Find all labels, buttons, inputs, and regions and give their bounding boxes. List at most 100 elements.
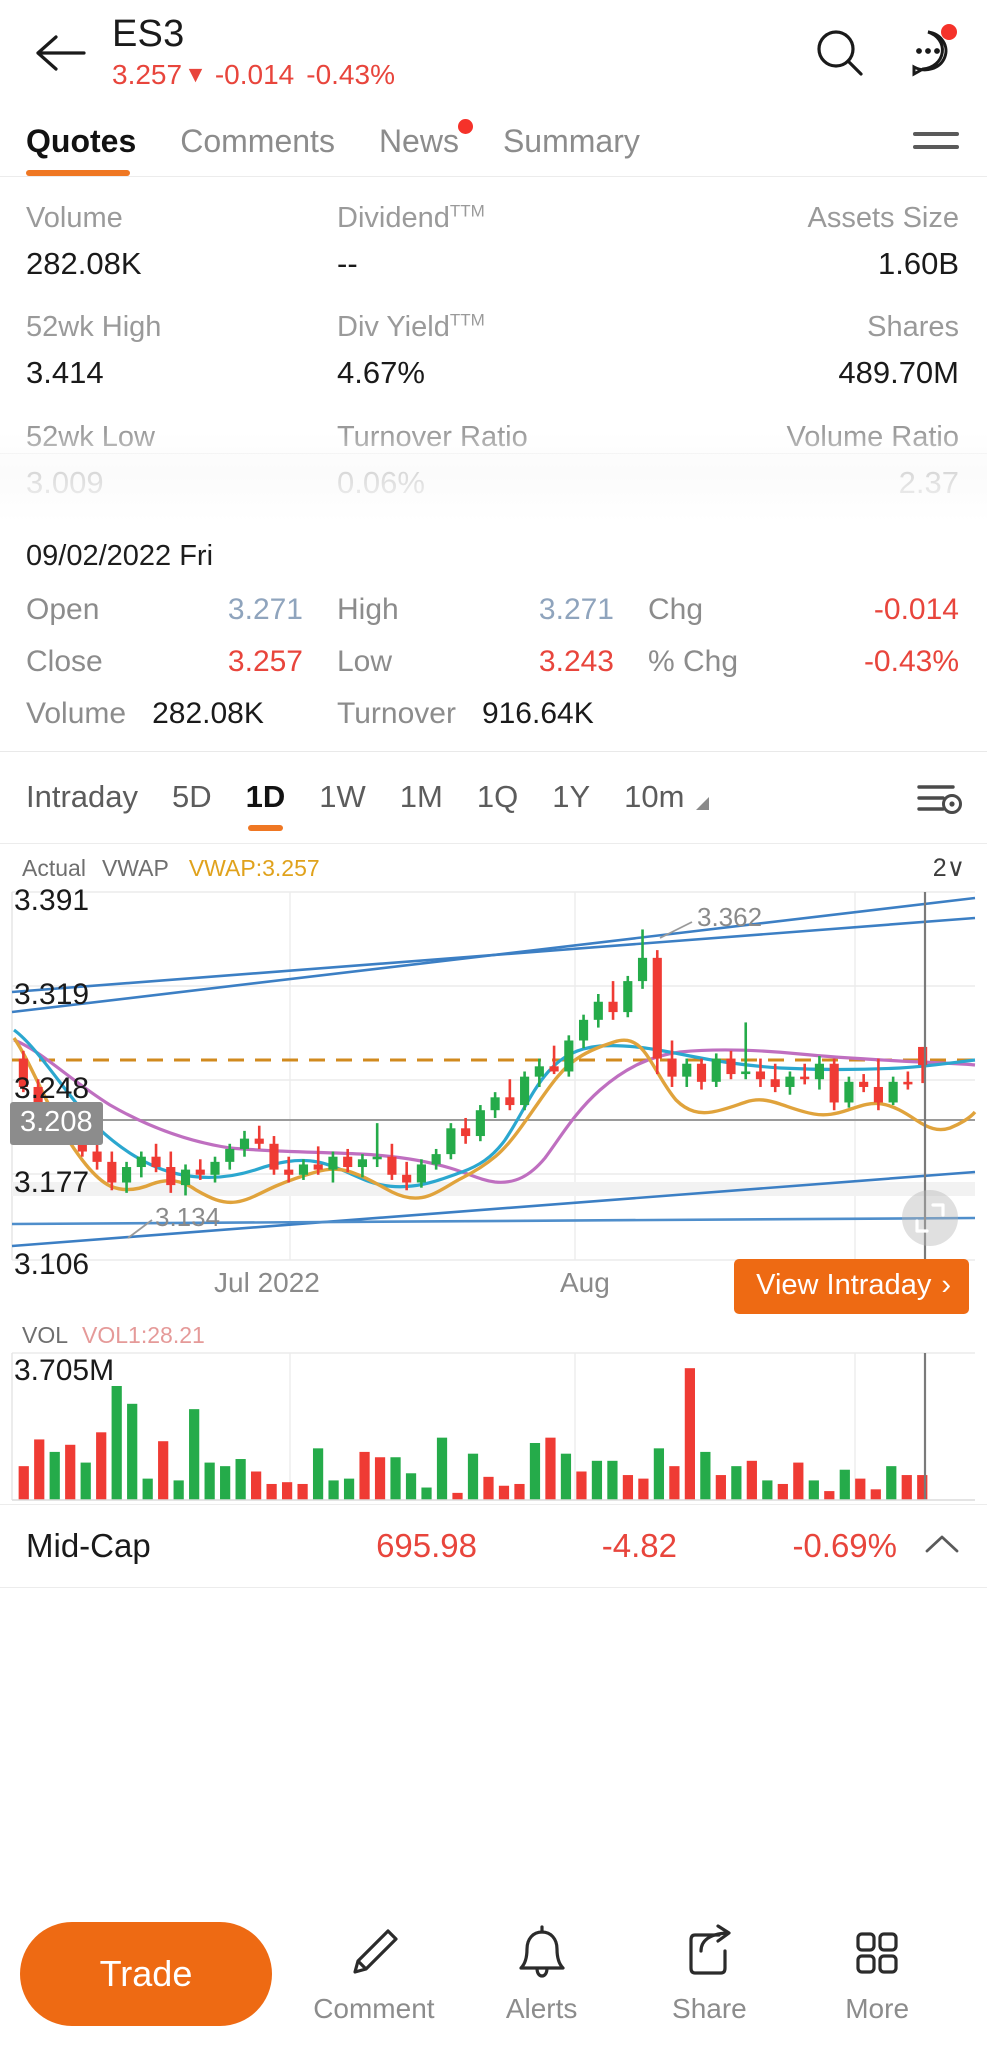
stats-grid: Volume 282.08K DividendTTM -- Assets Siz… (0, 177, 987, 522)
bottom-action-bar: Trade Comment Alerts Share More (0, 1900, 987, 2048)
volume-bars (18, 1368, 928, 1500)
tab-quotes[interactable]: Quotes (26, 123, 136, 176)
tab-summary[interactable]: Summary (503, 123, 640, 176)
volume-label: VOL (22, 1322, 69, 1348)
price-chart-svg (11, 891, 977, 1261)
stat-div-yield: Div YieldTTM 4.67% (337, 308, 648, 417)
tab-news[interactable]: News (379, 119, 473, 176)
ttm-superscript: TTM (449, 310, 485, 330)
nav-alerts[interactable]: Alerts (462, 1923, 622, 2025)
stat-value: 489.70M (838, 355, 959, 391)
stat-label: Volume (26, 202, 123, 234)
stat-assets-size: Assets Size 1.60B (648, 199, 960, 308)
back-button[interactable] (30, 23, 90, 83)
chevron-up-icon (925, 1535, 959, 1552)
ttm-superscript: TTM (449, 201, 485, 221)
ticker-symbol: ES3 (112, 12, 185, 55)
midcap-change-pct: -0.69% (792, 1527, 897, 1564)
stat-value: -- (337, 246, 358, 282)
app-header: ES3 3.257 ▼ -0.014 -0.43% (0, 0, 987, 105)
share-icon (689, 1924, 731, 1975)
arrow-left-icon (36, 34, 86, 71)
nav-comment[interactable]: Comment (294, 1923, 454, 2025)
ohlc-value: 282.08K (152, 697, 264, 730)
chevron-right-icon: › (941, 1269, 951, 1301)
ohlc-close: Close 3.257 (26, 645, 337, 679)
volume-chart-svg (11, 1352, 975, 1501)
timeframe-label: 10m (624, 778, 685, 814)
ohlc-value: 3.271 (227, 593, 303, 626)
search-icon (817, 29, 863, 76)
fullscreen-button[interactable] (902, 1190, 958, 1246)
chart-scale-toggle[interactable]: 2∨ (933, 853, 965, 883)
timeframe-1y[interactable]: 1Y (552, 757, 590, 839)
ohlc-key: Low (337, 645, 393, 678)
volume-axis-max: 3.705M (14, 1354, 115, 1387)
nav-more[interactable]: More (797, 1923, 957, 2025)
more-options-button[interactable] (897, 22, 959, 84)
tab-comments[interactable]: Comments (180, 123, 335, 176)
stat-turnover-ratio: Turnover Ratio 0.06% (337, 418, 648, 522)
ohlc-value: -0.43% (863, 645, 959, 678)
stat-label: Shares (867, 311, 959, 344)
tab-menu-button[interactable] (913, 123, 959, 176)
stat-52wk-low: 52wk Low 3.009 (26, 418, 337, 522)
candlestick-series (18, 929, 928, 1196)
tab-comments-label: Comments (180, 123, 335, 159)
stat-dividend: DividendTTM -- (337, 199, 648, 308)
midcap-change: -4.82 (601, 1527, 677, 1564)
ohlc-chg: Chg -0.014 (648, 593, 959, 627)
triangle-caret-icon[interactable] (696, 797, 710, 810)
ohlc-key: % Chg (648, 645, 739, 678)
stat-shares: Shares 489.70M (648, 308, 959, 417)
x-axis-label-1: Jul 2022 (214, 1267, 320, 1298)
volume-value: VOL1:28.21 (82, 1322, 205, 1348)
ohlc-value: 3.257 (227, 645, 303, 678)
fullscreen-icon (915, 1203, 945, 1233)
stat-label: Assets Size (807, 202, 960, 234)
ohlc-key: High (337, 593, 399, 626)
nav-share[interactable]: Share (629, 1923, 789, 2025)
stat-volume: Volume 282.08K (26, 199, 337, 308)
midcap-index-row[interactable]: Mid-Cap 695.98 -4.82 -0.69% (0, 1504, 987, 1588)
ohlc-grid: Open 3.271 High 3.271 Chg -0.014 Close 3… (26, 593, 959, 731)
stat-label: DividendTTM (337, 201, 485, 234)
ohlc-low: Low 3.243 (337, 645, 648, 679)
ohlc-key: Volume (26, 697, 127, 730)
midcap-value: 695.98 (376, 1527, 477, 1564)
volume-header: VOL VOL1:28.21 (0, 1317, 987, 1352)
timeframe-1w[interactable]: 1W (319, 757, 366, 839)
ohlc-value: 3.271 (538, 593, 614, 626)
current-price: 3.257 (112, 58, 183, 90)
grid-icon (856, 1932, 898, 1974)
timeframe-1d[interactable]: 1D (246, 757, 285, 839)
price-change: -0.014 (214, 58, 295, 90)
trade-button[interactable]: Trade (20, 1922, 272, 2026)
midcap-collapse-button[interactable] (923, 1531, 961, 1562)
chart-indicator-header: Actual VWAP VWAP:3.257 2∨ (0, 844, 987, 890)
annotation-swing-high: 3.362 (697, 902, 763, 932)
ohlc-value: 916.64K (481, 697, 594, 730)
timeframe-label: 1W (319, 778, 366, 814)
search-button[interactable] (809, 22, 871, 84)
timeframe-1m[interactable]: 1M (400, 757, 443, 839)
stat-value: 1.60B (877, 246, 959, 282)
chart-settings-button[interactable] (913, 776, 965, 820)
timeframe-10m[interactable]: 10m (624, 757, 684, 839)
down-arrow-icon: ▼ (184, 61, 207, 88)
title-block: ES3 3.257 ▼ -0.014 -0.43% (112, 12, 809, 91)
x-axis-label-2: Aug (560, 1267, 610, 1298)
price-chart[interactable]: 3.391 3.319 3.248 3.177 3.106 3.208 3.36… (0, 884, 987, 1281)
ohlc-detail-panel: 09/02/2022 Fri Open 3.271 High 3.271 Chg… (0, 522, 987, 752)
timeframe-5d[interactable]: 5D (172, 757, 212, 839)
timeframe-label: 5D (172, 778, 212, 814)
timeframe-1q[interactable]: 1Q (477, 757, 518, 839)
stat-value: 282.08K (26, 246, 142, 282)
bottom-nav-items: Comment Alerts Share More (272, 1923, 961, 2025)
ohlc-value: -0.014 (873, 593, 959, 626)
view-intraday-button[interactable]: View Intraday › (734, 1259, 969, 1314)
stats-section: Volume 282.08K DividendTTM -- Assets Siz… (0, 177, 987, 522)
volume-chart[interactable]: 3.705M (0, 1352, 987, 1504)
timeframe-intraday[interactable]: Intraday (26, 757, 138, 839)
notification-dot (941, 23, 957, 40)
